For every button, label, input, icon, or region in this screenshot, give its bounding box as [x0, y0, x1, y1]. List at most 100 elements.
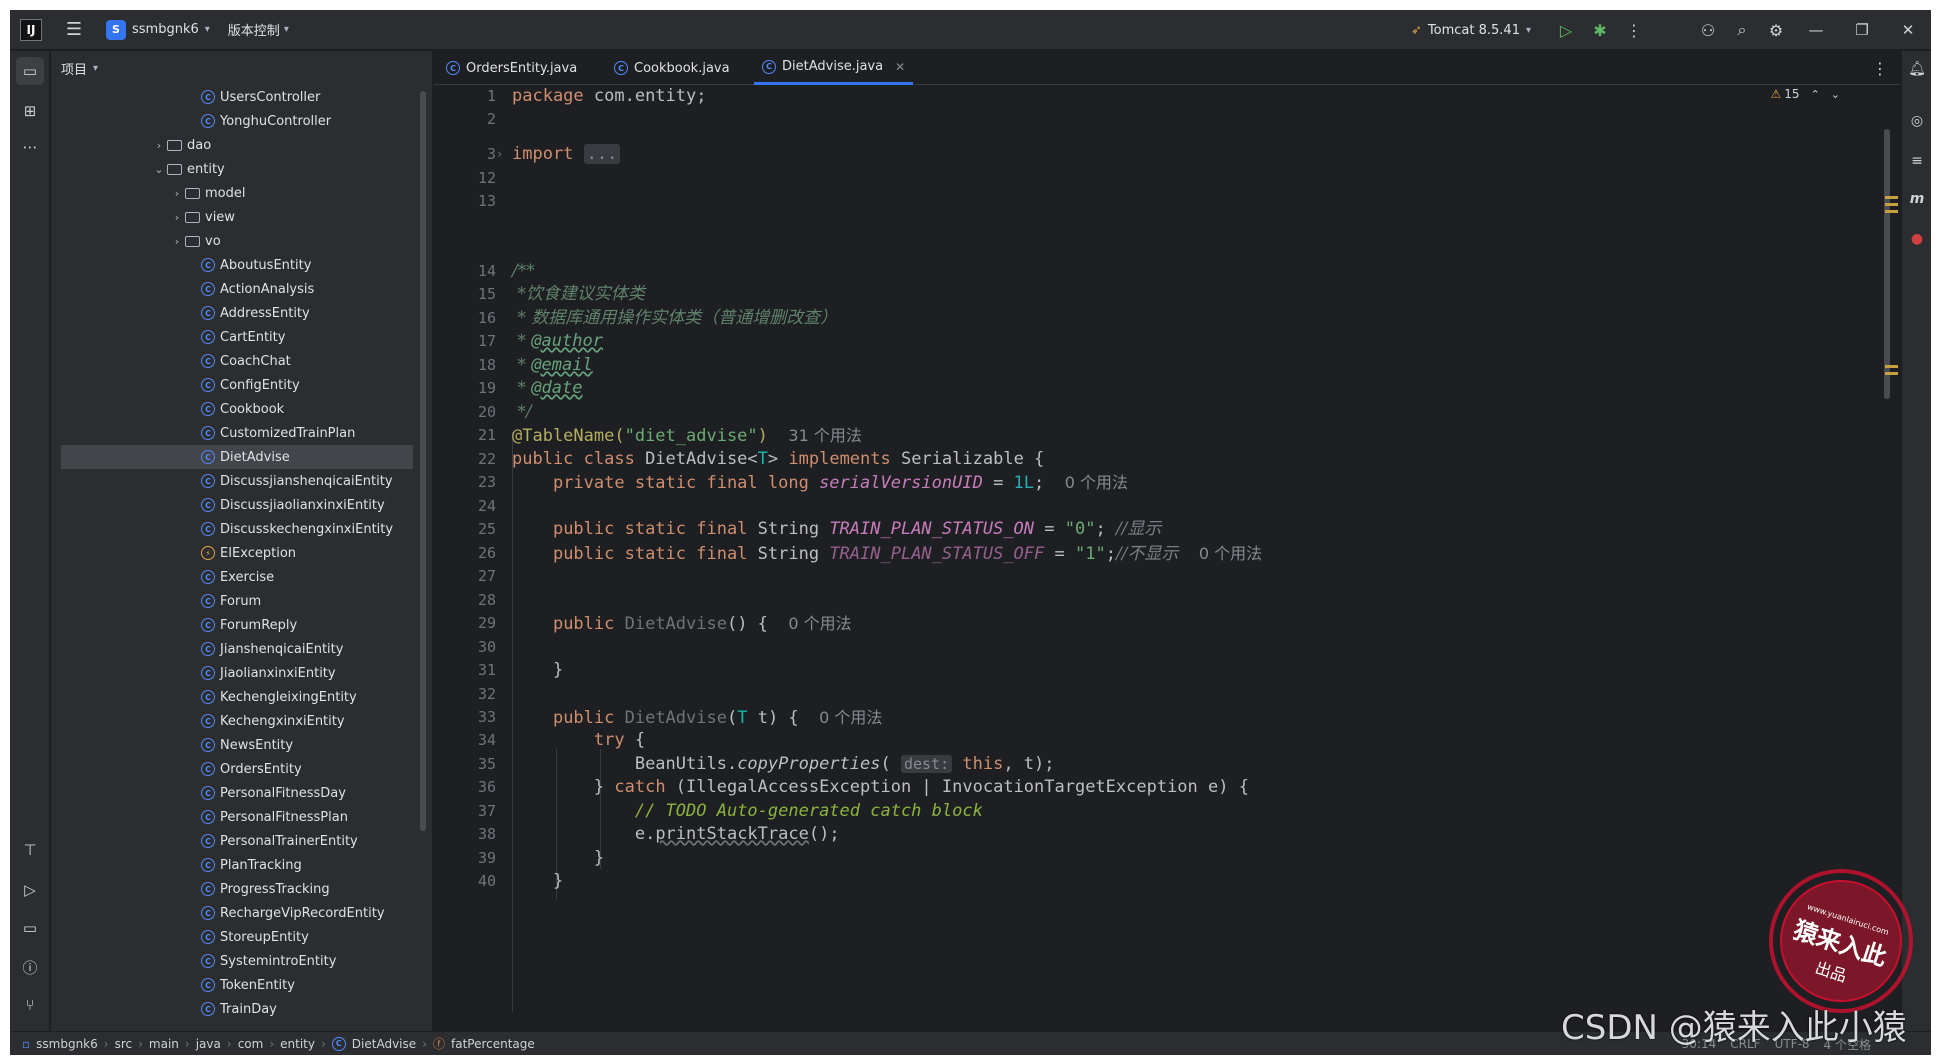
tree-item[interactable]: C OrdersEntity [51, 757, 423, 781]
editor-scrollbar[interactable] [1884, 129, 1890, 399]
add-user-icon[interactable]: ⚇ [1691, 10, 1725, 50]
breadcrumb-project[interactable]: ssmbgnk6 [36, 1037, 98, 1051]
line-number[interactable]: 29 [434, 612, 496, 635]
line-number[interactable]: 31 [434, 659, 496, 682]
line-number[interactable]: 17 [434, 330, 496, 353]
tree-item[interactable]: C CartEntity [51, 325, 423, 349]
line-number[interactable]: 23 [434, 471, 496, 494]
git-icon[interactable]: ⑂ [16, 991, 44, 1019]
line-number[interactable]: 16 [434, 307, 496, 330]
tree-item[interactable]: C SystemintroEntity [51, 949, 423, 973]
usages-hint[interactable]: 0 个用法 [788, 614, 851, 633]
close-icon[interactable]: ✕ [895, 60, 905, 74]
warning-stripe-mark[interactable] [1885, 203, 1898, 206]
breadcrumb-src[interactable]: src [115, 1037, 133, 1051]
tree-item[interactable]: C JiaolianxinxiEntity [51, 661, 423, 685]
breadcrumb-entity[interactable]: entity [280, 1037, 315, 1051]
tree-item[interactable]: C UsersController [51, 85, 423, 109]
tree-item[interactable]: C DietAdvise [61, 445, 413, 469]
tree-item[interactable]: C TrainDay [51, 997, 423, 1021]
tree-item[interactable]: C TokenEntity [51, 973, 423, 997]
tree-item[interactable]: C PersonalTrainerEntity [51, 829, 423, 853]
tree-item[interactable]: C KechengleixingEntity [51, 685, 423, 709]
debug-icon[interactable]: ✱ [1583, 10, 1617, 50]
tree-folder[interactable]: › model [51, 181, 423, 205]
warning-stripe-mark[interactable] [1885, 210, 1898, 213]
restore-icon[interactable]: ❐ [1839, 10, 1885, 50]
close-icon[interactable]: ✕ [1885, 10, 1931, 50]
chevron-right-icon[interactable]: › [169, 187, 185, 200]
tree-item[interactable]: C PersonalFitnessPlan [51, 805, 423, 829]
tree-item[interactable]: C AboutusEntity [51, 253, 423, 277]
vcs-menu[interactable]: 版本控制 ▾ [228, 20, 289, 39]
notifications-icon[interactable]: 🔔︎ [1905, 57, 1929, 81]
build-icon[interactable]: ⊤ [16, 836, 44, 864]
problems-icon[interactable]: ⓘ [16, 953, 44, 981]
code-area[interactable]: package com.entity; › import ... /** *饮食建… [496, 85, 1882, 1031]
line-number[interactable]: 14 [434, 260, 496, 283]
tree-item[interactable]: C JianshenqicaiEntity [51, 637, 423, 661]
breadcrumb-class[interactable]: DietAdvise [352, 1037, 416, 1051]
line-number[interactable]: 40 [434, 870, 496, 893]
breadcrumb-main[interactable]: main [149, 1037, 179, 1051]
fold-arrow-icon[interactable]: › [496, 143, 503, 166]
ai-assistant-icon[interactable]: ◎ [1905, 109, 1929, 133]
tab-diet-advise[interactable]: C DietAdvise.java ✕ [754, 51, 914, 85]
tree-item[interactable]: C NewsEntity [51, 733, 423, 757]
tab-orders-entity[interactable]: C OrdersEntity.java [446, 51, 577, 85]
services-icon[interactable]: ▷ [16, 876, 44, 904]
usages-hint[interactable]: 0 个用法 [819, 708, 882, 727]
line-number[interactable]: 30 [434, 636, 496, 659]
mybatis-icon[interactable]: ● [1905, 227, 1929, 251]
run-configuration-selector[interactable]: ➶ Tomcat 8.5.41 ▾ [1411, 23, 1531, 38]
line-number[interactable]: 32 [434, 683, 496, 706]
tree-item[interactable]: C ActionAnalysis [51, 277, 423, 301]
tree-item[interactable]: ⚡ EIException [51, 541, 423, 565]
database-icon[interactable]: ≡ [1905, 149, 1929, 173]
tree-item[interactable]: C ForumReply [51, 613, 423, 637]
search-icon[interactable]: ⌕ [1725, 10, 1759, 50]
line-number[interactable]: 3 [434, 143, 496, 166]
tree-item[interactable]: C AddressEntity [51, 301, 423, 325]
line-number[interactable]: 18 [434, 354, 496, 377]
line-number[interactable]: 13 [434, 190, 496, 213]
project-switcher[interactable]: S ssmbgnk6 ▾ [106, 19, 210, 40]
line-number[interactable]: 38 [434, 823, 496, 846]
tree-item[interactable]: C PlanTracking [51, 853, 423, 877]
main-menu-icon[interactable]: ☰ [54, 10, 94, 50]
line-number[interactable]: 27 [434, 565, 496, 588]
maven-icon[interactable]: m [1905, 187, 1929, 211]
tree-item[interactable]: C KechengxinxiEntity [51, 709, 423, 733]
line-number[interactable]: 20 [434, 401, 496, 424]
tab-cookbook[interactable]: C Cookbook.java [614, 51, 730, 85]
more-actions-icon[interactable]: ⋮ [1617, 10, 1651, 50]
folded-imports[interactable]: ... [583, 144, 621, 164]
more-tools-icon[interactable]: ⋯ [16, 133, 44, 161]
tree-folder[interactable]: ⌄ entity [51, 157, 423, 181]
line-number[interactable]: 1 [434, 85, 496, 108]
project-panel-scrollbar[interactable] [420, 91, 426, 831]
warning-stripe-mark[interactable] [1885, 365, 1898, 368]
warning-stripe-mark[interactable] [1885, 196, 1898, 199]
usages-hint[interactable]: 0 个用法 [1065, 473, 1128, 492]
more-tabs-icon[interactable]: ⋮ [1872, 51, 1888, 85]
line-number[interactable]: 35 [434, 753, 496, 776]
line-number[interactable]: 12 [434, 167, 496, 190]
app-logo[interactable]: IJ [20, 18, 42, 41]
tree-folder[interactable]: › vo [51, 229, 423, 253]
line-number[interactable]: 25 [434, 518, 496, 541]
line-number[interactable]: 39 [434, 847, 496, 870]
line-number[interactable]: 19 [434, 377, 496, 400]
tree-item[interactable]: C CustomizedTrainPlan [51, 421, 423, 445]
tree-item[interactable]: C StoreupEntity [51, 925, 423, 949]
breadcrumb-java[interactable]: java [196, 1037, 221, 1051]
line-number[interactable]: 37 [434, 800, 496, 823]
project-folder-icon[interactable]: ▭ [16, 57, 44, 85]
tree-item[interactable]: C CoachChat [51, 349, 423, 373]
structure-icon[interactable]: ⊞ [16, 97, 44, 125]
tree-item[interactable]: C YonghuController [51, 109, 423, 133]
tree-item[interactable]: C ProgressTracking [51, 877, 423, 901]
tree-item[interactable]: C DiscussjiaolianxinxiEntity [51, 493, 423, 517]
tree-item[interactable]: C Cookbook [51, 397, 423, 421]
tree-item[interactable]: C RechargeVipRecordEntity [51, 901, 423, 925]
